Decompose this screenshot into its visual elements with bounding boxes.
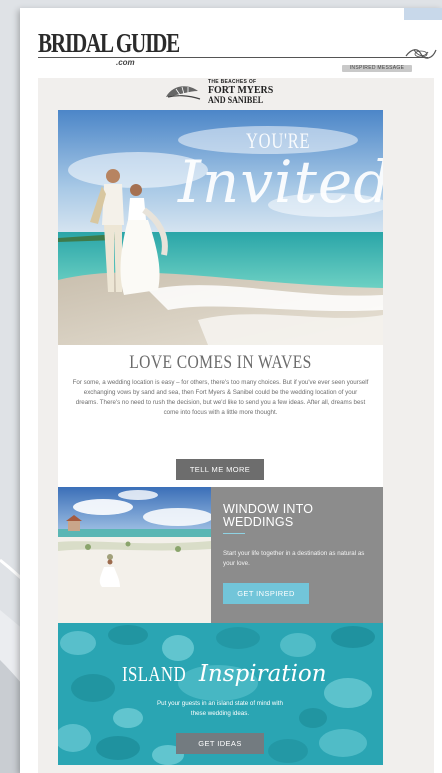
shell-logo-icon xyxy=(166,85,201,100)
bridal-guide-logo[interactable]: BRIDAL GUIDE .com xyxy=(38,28,219,67)
island-title-main: ISLAND xyxy=(122,661,187,686)
get-inspired-button[interactable]: GET INSPIRED xyxy=(223,583,309,604)
island-inspiration-section: ISLAND Inspiration Put your guests in an… xyxy=(58,623,383,765)
brand-name: BRIDAL GUIDE xyxy=(38,28,180,58)
window-body: Start your life together in a destinatio… xyxy=(223,550,365,567)
beach-couple-photo xyxy=(58,110,383,345)
island-body: Put your guests in an island state of mi… xyxy=(157,700,283,717)
hero-invited-text: Invited xyxy=(178,148,383,216)
intro-title: LOVE COMES IN WAVES xyxy=(129,352,312,373)
sponsor-name: THE BEACHES OF FORT MYERS AND SANIBEL xyxy=(208,80,280,105)
inspired-message-tag: INSPIRED MESSAGE xyxy=(342,65,412,72)
window-into-weddings-section: WINDOW INTO WEDDINGS Start your life tog… xyxy=(58,487,383,623)
tell-me-more-button[interactable]: TELL ME MORE xyxy=(176,459,264,480)
sponsor-logo[interactable]: THE BEACHES OF FORT MYERS AND SANIBEL xyxy=(164,80,280,105)
intro-body: For some, a wedding location is easy – f… xyxy=(72,379,369,416)
island-title: ISLAND Inspiration xyxy=(58,661,383,687)
brand-sub: .com xyxy=(116,58,135,67)
bride-beach-photo[interactable] xyxy=(58,487,211,623)
pill-label: INSPIRED MESSAGE xyxy=(349,65,405,71)
window-title: WINDOW INTO WEDDINGS xyxy=(223,503,373,529)
get-ideas-button[interactable]: GET IDEAS xyxy=(176,733,264,754)
window-title-line2: WEDDINGS xyxy=(223,515,294,529)
bride-on-beach-image xyxy=(58,487,211,623)
island-title-script: Inspiration xyxy=(198,661,327,687)
window-divider xyxy=(223,533,245,534)
sponsor-line3: AND SANIBEL xyxy=(208,95,264,105)
window-panel: WINDOW INTO WEDDINGS Start your life tog… xyxy=(211,487,383,623)
ribbon-flourish-icon xyxy=(405,49,437,59)
top-accent xyxy=(404,8,442,20)
header-divider xyxy=(38,57,428,58)
hero-image[interactable]: YOU'RE Invited xyxy=(58,110,383,345)
window-title-line1: WINDOW INTO xyxy=(223,502,314,516)
